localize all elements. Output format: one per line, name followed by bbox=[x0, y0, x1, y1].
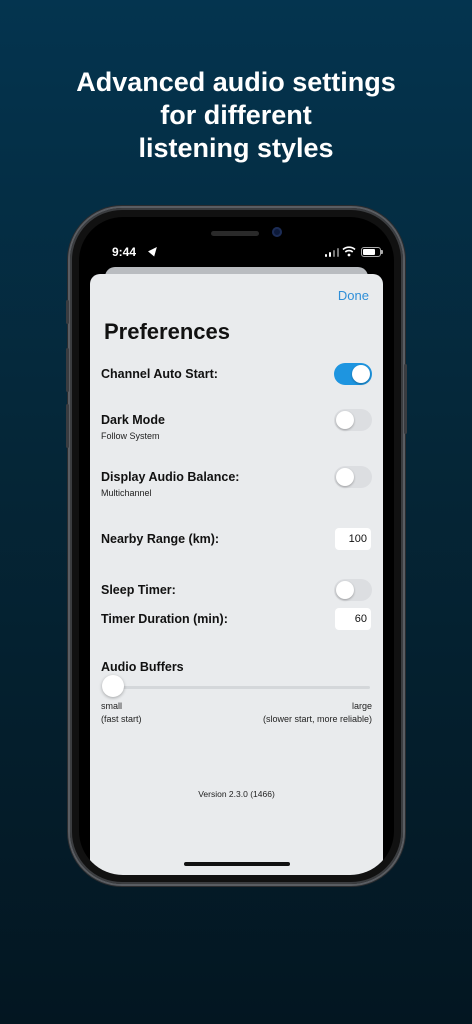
channel-auto-start-toggle[interactable] bbox=[334, 363, 372, 385]
toggle-knob bbox=[352, 365, 370, 383]
headline-line-3: listening styles bbox=[138, 133, 334, 163]
done-button[interactable]: Done bbox=[338, 288, 369, 303]
headline-line-1: Advanced audio settings bbox=[76, 67, 396, 97]
notch bbox=[155, 217, 317, 251]
sleep-timer-label: Sleep Timer: bbox=[101, 583, 176, 597]
display-audio-balance-label: Display Audio Balance: bbox=[101, 470, 240, 484]
timer-duration-input[interactable]: 60 bbox=[335, 608, 371, 630]
toggle-knob bbox=[336, 468, 354, 486]
channel-auto-start-label: Channel Auto Start: bbox=[101, 367, 218, 381]
battery-icon bbox=[361, 247, 383, 257]
mute-switch bbox=[66, 300, 69, 324]
slider-min-hint: (fast start) bbox=[101, 714, 142, 724]
phone-screen: 9:44 Done Preferences Channel Auto Start… bbox=[79, 217, 394, 875]
dark-mode-label: Dark Mode bbox=[101, 413, 165, 427]
toggle-knob bbox=[336, 581, 354, 599]
volume-up-button bbox=[66, 348, 69, 392]
wifi-icon bbox=[342, 246, 356, 257]
timer-duration-label: Timer Duration (min): bbox=[101, 612, 228, 626]
toggle-knob bbox=[336, 411, 354, 429]
version-text: Version 2.3.0 (1466) bbox=[198, 789, 275, 799]
power-button bbox=[404, 364, 407, 434]
phone-frame: 9:44 Done Preferences Channel Auto Start… bbox=[66, 208, 407, 884]
page-title: Preferences bbox=[104, 319, 230, 344]
preferences-sheet: Done Preferences Channel Auto Start: Dar… bbox=[90, 274, 383, 875]
dark-mode-toggle[interactable] bbox=[334, 409, 372, 431]
audio-buffers-label: Audio Buffers bbox=[101, 660, 184, 674]
volume-down-button bbox=[66, 404, 69, 448]
slider-max-hint: (slower start, more reliable) bbox=[262, 714, 372, 724]
home-indicator bbox=[184, 862, 290, 866]
signal-bars-icon bbox=[325, 247, 339, 257]
speaker-grille bbox=[211, 231, 259, 236]
audio-buffers-slider-track[interactable] bbox=[103, 686, 370, 689]
display-audio-balance-sublabel: Multichannel bbox=[101, 488, 152, 498]
nearby-range-input[interactable]: 100 bbox=[335, 528, 371, 550]
status-time: 9:44 bbox=[112, 245, 137, 259]
audio-buffers-slider-thumb[interactable] bbox=[102, 675, 124, 697]
headline-line-2: for different bbox=[160, 100, 312, 130]
headline: Advanced audio settings for different li… bbox=[0, 66, 472, 165]
display-audio-balance-toggle[interactable] bbox=[334, 466, 372, 488]
slider-max-label: large bbox=[351, 701, 372, 711]
sleep-timer-toggle[interactable] bbox=[334, 579, 372, 601]
front-camera bbox=[272, 227, 282, 237]
nearby-range-label: Nearby Range (km): bbox=[101, 532, 220, 546]
location-arrow-icon bbox=[148, 244, 160, 257]
slider-min-label: small bbox=[101, 701, 123, 711]
dark-mode-sublabel: Follow System bbox=[101, 431, 160, 441]
